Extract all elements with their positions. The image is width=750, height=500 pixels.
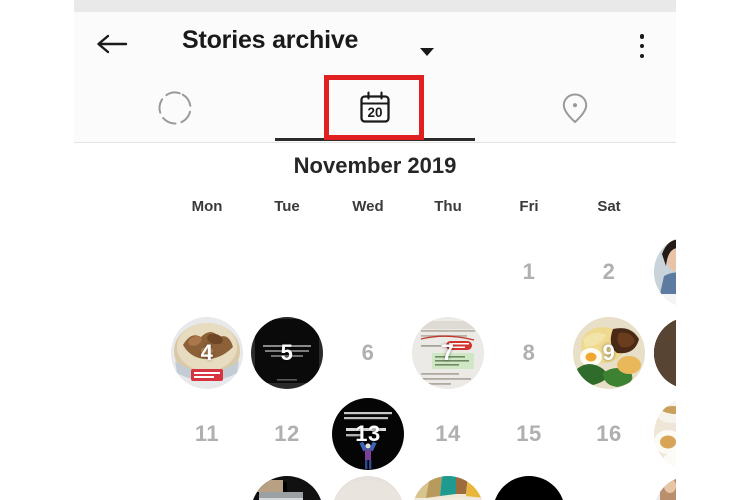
- story-thumbnail[interactable]: 13: [332, 397, 404, 470]
- day-number: 11: [194, 420, 220, 446]
- story-thumbnail[interactable]: [654, 476, 676, 500]
- back-button[interactable]: [94, 29, 130, 59]
- calendar-day-4[interactable]: 4: [167, 312, 247, 393]
- cafe-interior-art: [654, 316, 676, 389]
- story-thumbnail[interactable]: [493, 476, 565, 500]
- calendar-day-22[interactable]: [489, 476, 569, 500]
- calendar-day-3[interactable]: SUPER 3: [650, 231, 676, 312]
- day-number: 14: [435, 420, 461, 446]
- calendar-tab-highlight-box: [324, 75, 424, 140]
- black-card-art: [493, 476, 565, 500]
- phone-screenshot: Stories archive 20 November 2019 Mon Tue…: [74, 0, 676, 500]
- story-thumbnail[interactable]: [412, 476, 484, 500]
- weekday-thu: Thu: [434, 198, 462, 215]
- calendar-day-5[interactable]: 5: [247, 312, 327, 393]
- kebab-dot: [639, 43, 645, 49]
- weekday-fri: Fri: [519, 198, 539, 215]
- calendar-day-17[interactable]: 17: [650, 393, 676, 474]
- tab-bar: 20: [74, 74, 676, 143]
- cream-plain-art: [332, 476, 404, 500]
- day-number: 4: [200, 339, 214, 365]
- calendar-day-11[interactable]: 11: [167, 393, 247, 474]
- story-thumbnail[interactable]: 9: [573, 316, 645, 389]
- calendar-day-8[interactable]: 8: [489, 312, 569, 393]
- chevron-down-icon[interactable]: [420, 48, 434, 56]
- dashed-circle-icon: [158, 91, 192, 124]
- calendar-day-13[interactable]: 13: [328, 393, 408, 474]
- calendar-day-2[interactable]: 2: [569, 231, 649, 312]
- photo-light-art: [654, 476, 676, 500]
- story-thumbnail[interactable]: 17: [654, 397, 676, 470]
- calendar-day-6[interactable]: 6: [328, 312, 408, 393]
- day-number: 8: [522, 339, 536, 365]
- day-number: 12: [274, 420, 300, 446]
- day-number: 2: [602, 258, 616, 284]
- day-number: 9: [602, 339, 616, 365]
- calendar-day-16[interactable]: 16: [569, 393, 649, 474]
- calendar-day-18[interactable]: [167, 476, 247, 500]
- day-number: 16: [596, 420, 622, 446]
- calendar-day-15[interactable]: 15: [489, 393, 569, 474]
- day-number: 6: [361, 339, 375, 365]
- calendar-day-23[interactable]: [569, 476, 649, 500]
- story-thumbnail[interactable]: 10: [654, 316, 676, 389]
- day-number: 15: [516, 420, 542, 446]
- day-number: 1: [522, 258, 536, 284]
- calendar-day-24[interactable]: [650, 476, 676, 500]
- day-number: 5: [280, 339, 294, 365]
- calendar-day-7[interactable]: 7: [408, 312, 488, 393]
- calendar-day-20[interactable]: [328, 476, 408, 500]
- calendar-day-12[interactable]: 12: [247, 393, 327, 474]
- calendar-day-10[interactable]: 10: [650, 312, 676, 393]
- calendar-day-1[interactable]: 1: [489, 231, 569, 312]
- calendar-day-19[interactable]: [247, 476, 327, 500]
- tab-map[interactable]: [475, 74, 675, 141]
- story-thumbnail[interactable]: 5: [251, 316, 323, 389]
- kebab-menu-icon[interactable]: [630, 32, 654, 60]
- story-thumbnail[interactable]: [332, 476, 404, 500]
- weekday-tue: Tue: [274, 198, 300, 215]
- location-pin-icon: [562, 92, 588, 123]
- kebab-dot: [639, 53, 645, 58]
- food-plates-art: [654, 397, 676, 470]
- calendar-panel: November 2019 Mon Tue Wed Thu Fri Sat Su…: [74, 143, 676, 500]
- kebab-dot: [639, 34, 645, 39]
- story-thumbnail[interactable]: [251, 476, 323, 500]
- weekday-header-row: Mon Tue Wed Thu Fri Sat Sun: [74, 198, 676, 224]
- story-thumbnail[interactable]: 4: [171, 316, 243, 389]
- story-thumbnail[interactable]: 7: [412, 316, 484, 389]
- colorful-table-art: [412, 476, 484, 500]
- selfie-two-people-art: SUPER: [654, 235, 676, 308]
- screenshot-root: Stories archive 20 November 2019 Mon Tue…: [0, 0, 750, 500]
- month-title: November 2019: [293, 153, 457, 178]
- tab-stories[interactable]: [75, 74, 275, 141]
- page-title: Stories archive: [182, 26, 359, 54]
- weekday-mon: Mon: [191, 198, 223, 215]
- status-bar-strip: [74, 0, 676, 12]
- story-thumbnail[interactable]: SUPER 3: [654, 235, 676, 308]
- app-header: Stories archive: [74, 12, 676, 74]
- calendar-grid: 1 2 SUPER 4 5 6 7 8 9 11 12 13 14 15 16: [74, 231, 676, 500]
- calendar-day-21[interactable]: [408, 476, 488, 500]
- day-number: 13: [355, 420, 381, 446]
- dark-screen-art: [251, 476, 323, 500]
- weekday-sun: Sun: [650, 198, 677, 215]
- calendar-day-14[interactable]: 14: [408, 393, 488, 474]
- weekday-wed: Wed: [352, 198, 384, 215]
- weekday-sat: Sat: [597, 198, 621, 215]
- calendar-day-9[interactable]: 9: [569, 312, 649, 393]
- back-arrow-icon: [97, 34, 128, 54]
- day-number: 7: [441, 339, 455, 365]
